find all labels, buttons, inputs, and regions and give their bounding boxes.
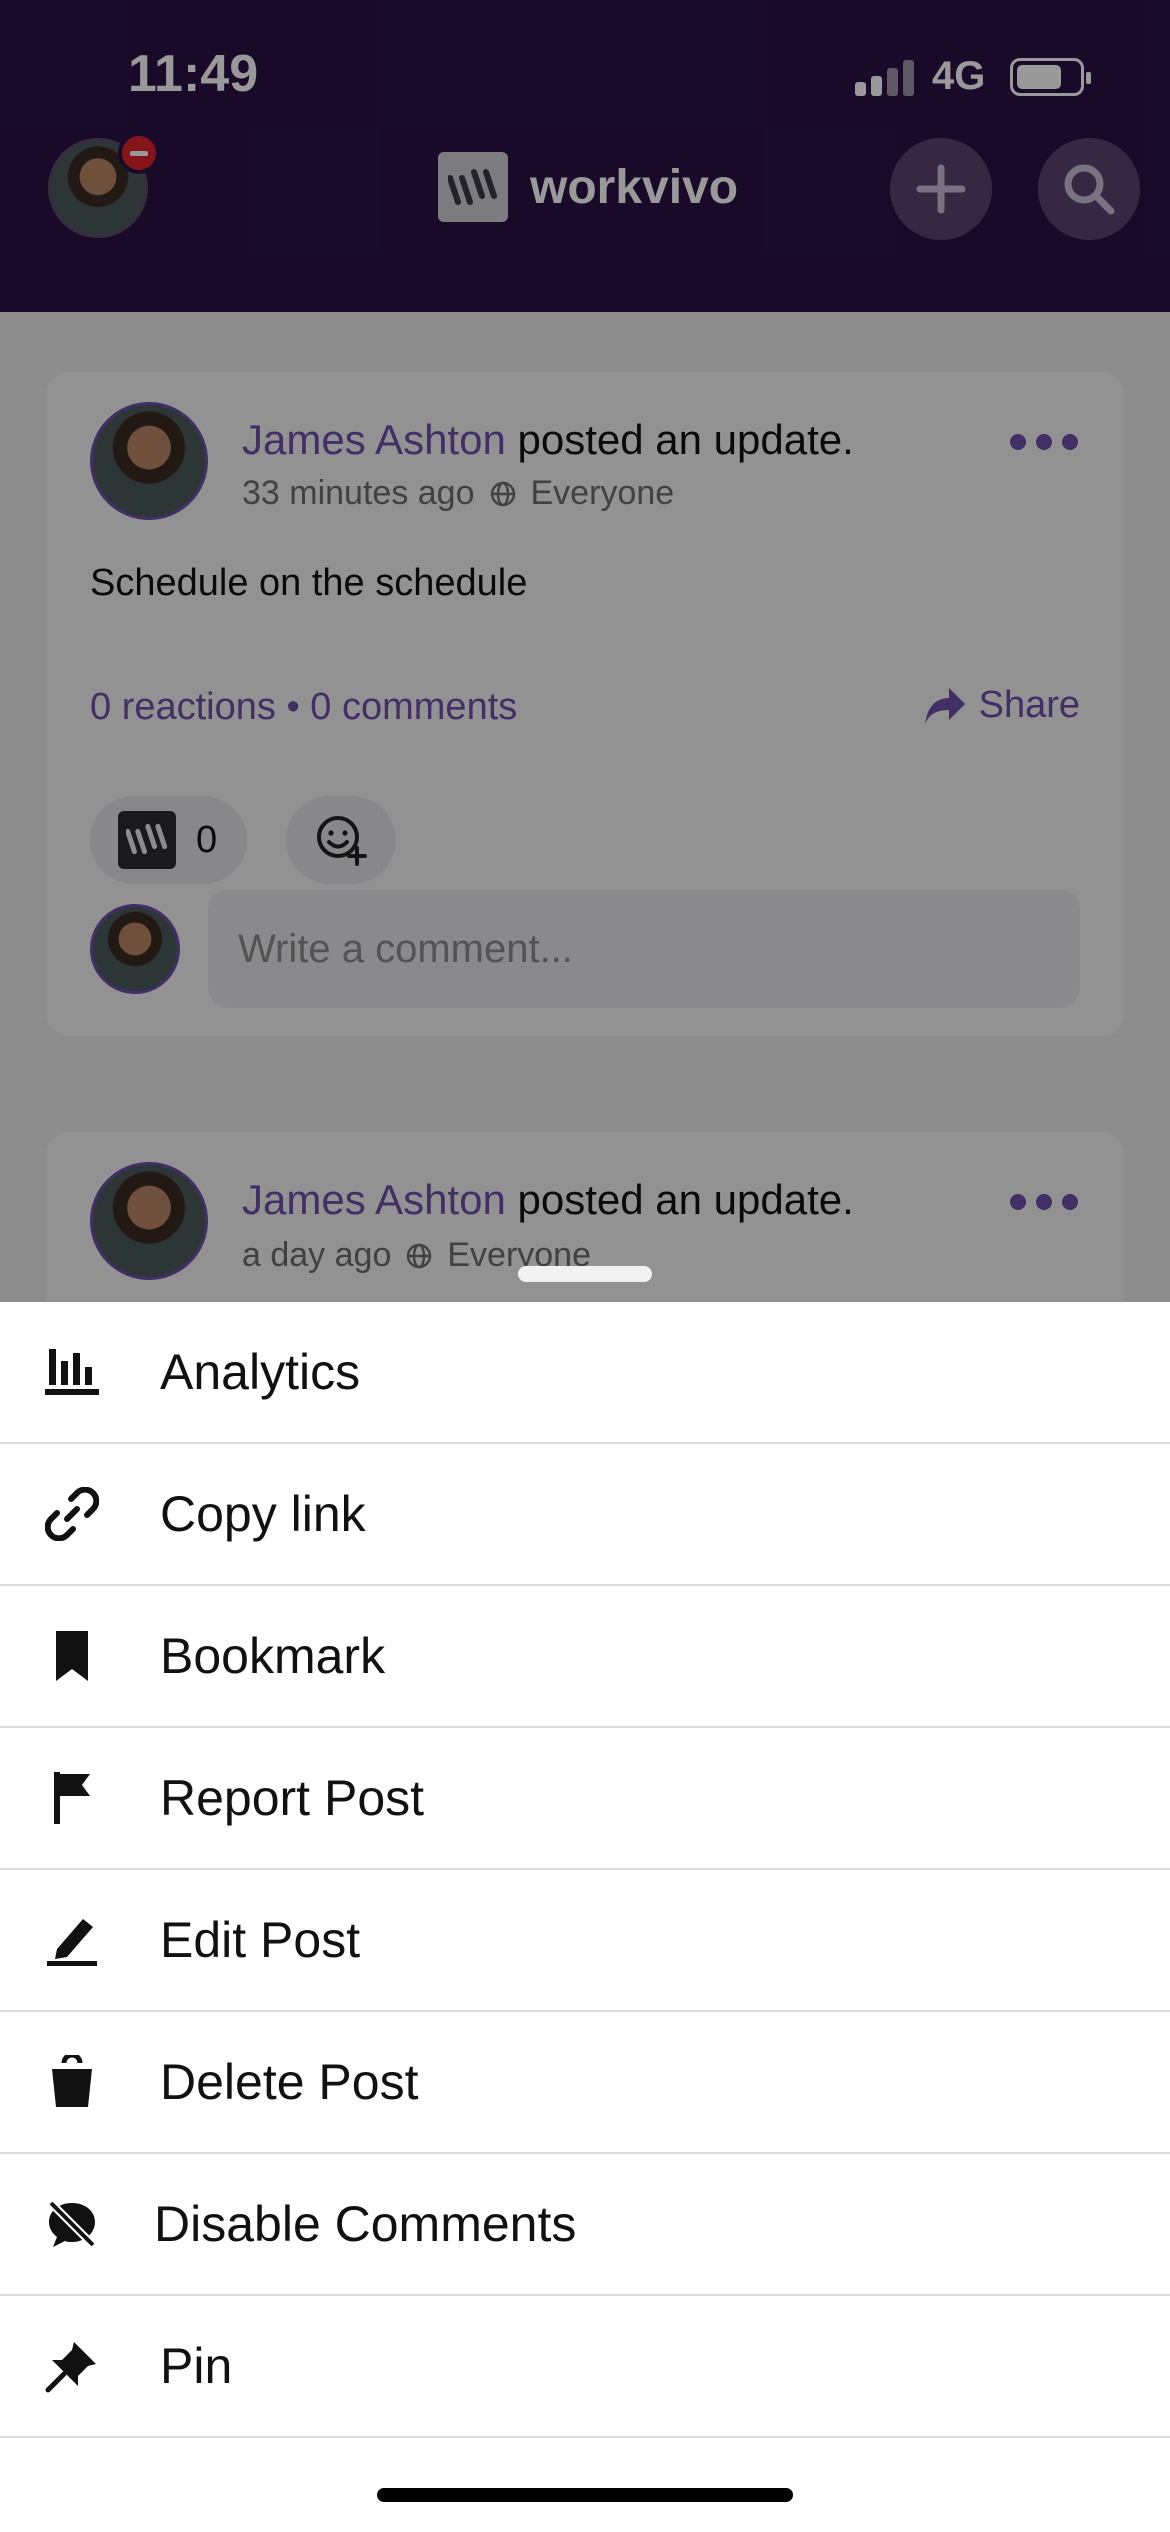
menu-label: Analytics	[160, 1344, 361, 1400]
menu-label: Report Post	[160, 1770, 425, 1826]
pin-icon	[42, 2336, 102, 2396]
menu-label: Copy link	[160, 1486, 366, 1542]
menu-label: Pin	[160, 2338, 233, 2394]
menu-label: Delete Post	[160, 2054, 419, 2110]
menu-item-delete-post[interactable]: Delete Post	[0, 2012, 1170, 2154]
menu-item-bookmark[interactable]: Bookmark	[0, 1586, 1170, 1728]
dim-overlay[interactable]	[0, 0, 1170, 1302]
menu-label: Edit Post	[160, 1912, 361, 1968]
comment-off-icon	[42, 2194, 102, 2254]
menu-label: Disable Comments	[154, 2196, 577, 2252]
menu-item-pin[interactable]: Pin	[0, 2296, 1170, 2438]
sheet-grabber[interactable]	[518, 1266, 652, 1282]
menu-item-edit-post[interactable]: Edit Post	[0, 1870, 1170, 2012]
pencil-icon	[42, 1910, 102, 1970]
link-icon	[42, 1484, 102, 1544]
menu-label: Bookmark	[160, 1628, 386, 1684]
menu-item-report-post[interactable]: Report Post	[0, 1728, 1170, 1870]
menu-item-copy-link[interactable]: Copy link	[0, 1444, 1170, 1586]
menu-item-analytics[interactable]: Analytics	[0, 1302, 1170, 1444]
flag-icon	[42, 1768, 102, 1828]
menu-item-disable-comments[interactable]: Disable Comments	[0, 2154, 1170, 2296]
bookmark-icon	[42, 1626, 102, 1686]
home-indicator[interactable]	[377, 2488, 793, 2502]
trash-icon	[42, 2052, 102, 2112]
post-actions-sheet: Analytics Copy link Bookmark Report Post…	[0, 1302, 1170, 2532]
bar-chart-icon	[42, 1342, 102, 1402]
